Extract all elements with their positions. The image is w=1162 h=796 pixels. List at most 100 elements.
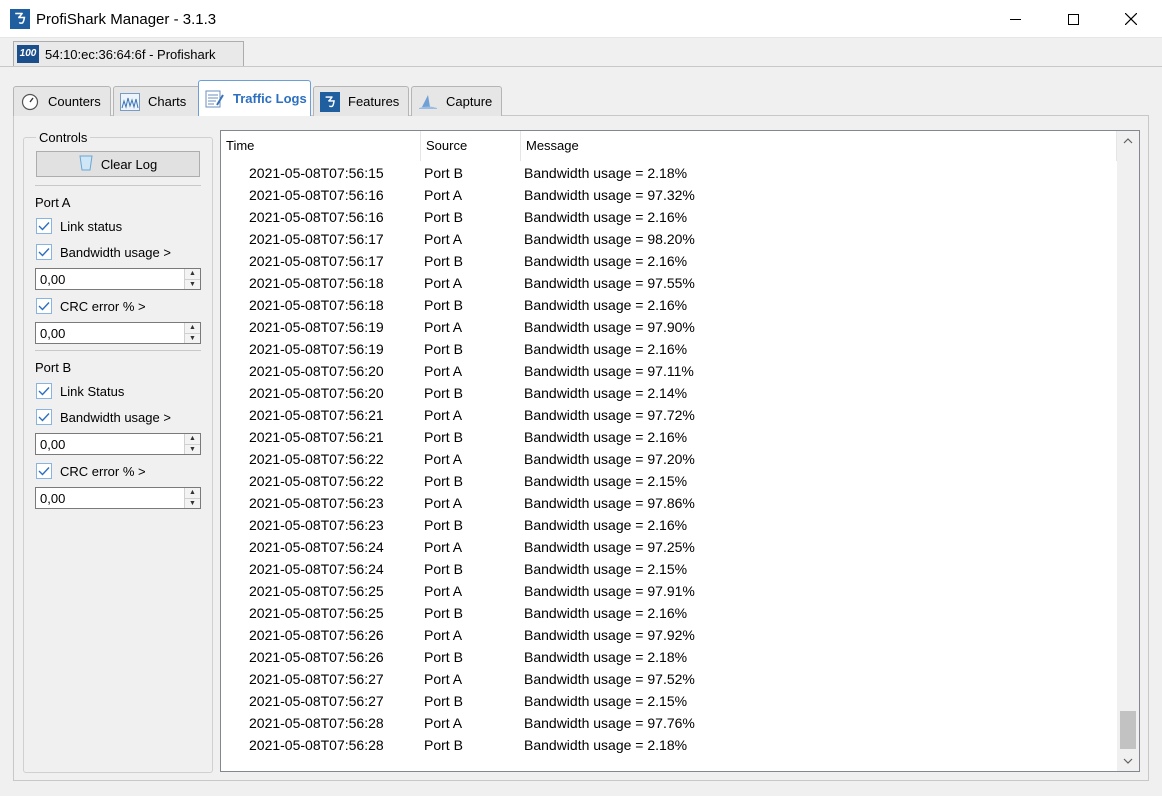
cell-source: Port A (424, 715, 463, 731)
port-b-link-status-checkbox[interactable]: Link Status (36, 383, 124, 399)
table-row[interactable]: 2021-05-08T07:56:20 Port A Bandwidth usage… (221, 360, 1117, 382)
table-row[interactable]: 2021-05-08T07:56:17 Port B Bandwidth usage… (221, 250, 1117, 272)
scrollbar-thumb[interactable] (1120, 711, 1136, 749)
cell-source: Port B (424, 605, 463, 621)
table-row[interactable]: 2021-05-08T07:56:28 Port A Bandwidth usage… (221, 712, 1117, 734)
cell-source: Port B (424, 561, 463, 577)
tab-capture[interactable]: Capture (411, 86, 502, 116)
spin-up-icon[interactable]: ▲ (185, 434, 200, 445)
cell-time: 2021-05-08T07:56:19 (249, 319, 384, 335)
port-b-bandwidth-checkbox[interactable]: Bandwidth usage > (36, 409, 171, 425)
port-b-crc-checkbox[interactable]: CRC error % > (36, 463, 146, 479)
port-a-link-status-checkbox[interactable]: Link status (36, 218, 122, 234)
column-header-message[interactable]: Message (521, 131, 1117, 161)
gauge-icon (20, 92, 40, 112)
cell-source: Port B (424, 473, 463, 489)
table-row[interactable]: 2021-05-08T07:56:18 Port A Bandwidth usage… (221, 272, 1117, 294)
maximize-button[interactable] (1044, 0, 1102, 38)
table-row[interactable]: 2021-05-08T07:56:25 Port B Bandwidth usage… (221, 602, 1117, 624)
tab-traffic-logs[interactable]: Traffic Logs (198, 80, 311, 116)
port-a-crc-spinbox[interactable]: ▲▼ (35, 322, 201, 344)
spin-arrows[interactable]: ▲ ▼ (184, 323, 200, 343)
vertical-scrollbar[interactable] (1117, 131, 1139, 771)
spin-arrows[interactable]: ▲ ▼ (184, 488, 200, 508)
scroll-down-icon[interactable] (1117, 751, 1139, 771)
spin-arrows[interactable]: ▲ ▼ (184, 269, 200, 289)
cell-source: Port B (424, 341, 463, 357)
tab-features[interactable]: ㄋ Features (313, 86, 409, 116)
cell-time: 2021-05-08T07:56:16 (249, 209, 384, 225)
table-row[interactable]: 2021-05-08T07:56:19 Port A Bandwidth usage… (221, 316, 1117, 338)
table-row[interactable]: 2021-05-08T07:56:23 Port A Bandwidth usage… (221, 492, 1117, 514)
spin-up-icon[interactable]: ▲ (185, 488, 200, 499)
cell-source: Port B (424, 165, 463, 181)
port-b-bandwidth-input[interactable] (38, 435, 183, 453)
table-row[interactable]: 2021-05-08T07:56:21 Port B Bandwidth usage… (221, 426, 1117, 448)
table-row[interactable]: 2021-05-08T07:56:15 Port B Bandwidth usage… (221, 162, 1117, 184)
port-b-bandwidth-spinbox[interactable]: ▲▼ (35, 433, 201, 455)
spin-arrows[interactable]: ▲ ▼ (184, 434, 200, 454)
table-row[interactable]: 2021-05-08T07:56:18 Port B Bandwidth usage… (221, 294, 1117, 316)
cell-time: 2021-05-08T07:56:18 (249, 275, 384, 291)
traffic-log-table[interactable]: Time Source Message 2021-05-08T07:56:15 P… (220, 130, 1140, 772)
table-row[interactable]: 2021-05-08T07:56:26 Port B Bandwidth usage… (221, 646, 1117, 668)
cell-message: Bandwidth usage = 2.15% (524, 473, 688, 489)
cell-time: 2021-05-08T07:56:26 (249, 627, 384, 643)
table-row[interactable]: 2021-05-08T07:56:28 Port B Bandwidth usage… (221, 734, 1117, 756)
port-a-bandwidth-spinbox[interactable]: ▲▼ (35, 268, 201, 290)
close-button[interactable] (1102, 0, 1160, 38)
controls-legend: Controls (36, 130, 91, 145)
cell-time: 2021-05-08T07:56:24 (249, 539, 384, 555)
spin-up-icon[interactable]: ▲ (185, 323, 200, 334)
minimize-button[interactable] (986, 0, 1044, 38)
cell-time: 2021-05-08T07:56:25 (249, 583, 384, 599)
port-a-crc-checkbox[interactable]: CRC error % > (36, 298, 146, 314)
table-row[interactable]: 2021-05-08T07:56:22 Port B Bandwidth usage… (221, 470, 1117, 492)
cell-message: Bandwidth usage = 2.15% (524, 693, 688, 709)
cell-source: Port B (424, 253, 463, 269)
tab-counters[interactable]: Counters (13, 86, 111, 116)
shark-fin-icon (418, 92, 438, 112)
port-a-crc-input[interactable] (38, 324, 183, 342)
spin-down-icon[interactable]: ▼ (185, 498, 200, 508)
spin-up-icon[interactable]: ▲ (185, 269, 200, 280)
spin-down-icon[interactable]: ▼ (185, 444, 200, 454)
cell-source: Port A (424, 319, 463, 335)
table-row[interactable]: 2021-05-08T07:56:27 Port A Bandwidth usage… (221, 668, 1117, 690)
cell-message: Bandwidth usage = 2.16% (524, 297, 688, 313)
spin-down-icon[interactable]: ▼ (185, 333, 200, 343)
port-b-crc-spinbox[interactable]: ▲▼ (35, 487, 201, 509)
table-row[interactable]: 2021-05-08T07:56:25 Port A Bandwidth usage… (221, 580, 1117, 602)
column-header-time[interactable]: Time (221, 131, 421, 161)
spin-down-icon[interactable]: ▼ (185, 279, 200, 289)
table-row[interactable]: 2021-05-08T07:56:27 Port B Bandwidth usage… (221, 690, 1117, 712)
column-header-source[interactable]: Source (421, 131, 521, 161)
port-a-bandwidth-checkbox[interactable]: Bandwidth usage > (36, 244, 171, 260)
table-row[interactable]: 2021-05-08T07:56:16 Port B Bandwidth usage… (221, 206, 1117, 228)
table-row[interactable]: 2021-05-08T07:56:23 Port B Bandwidth usage… (221, 514, 1117, 536)
cell-time: 2021-05-08T07:56:15 (249, 165, 384, 181)
cell-time: 2021-05-08T07:56:26 (249, 649, 384, 665)
table-row[interactable]: 2021-05-08T07:56:20 Port B Bandwidth usage… (221, 382, 1117, 404)
port-b-crc-input[interactable] (38, 489, 183, 507)
table-row[interactable]: 2021-05-08T07:56:17 Port A Bandwidth usage… (221, 228, 1117, 250)
clear-log-button[interactable]: Clear Log (36, 151, 200, 177)
table-row[interactable]: 2021-05-08T07:56:19 Port B Bandwidth usage… (221, 338, 1117, 360)
device-tab[interactable]: 100 54:10:ec:36:64:6f - Profishark (13, 41, 244, 66)
clear-log-label: Clear Log (100, 156, 158, 172)
table-row[interactable]: 2021-05-08T07:56:21 Port A Bandwidth usage… (221, 404, 1117, 426)
table-row[interactable]: 2021-05-08T07:56:22 Port A Bandwidth usage… (221, 448, 1117, 470)
table-row[interactable]: 2021-05-08T07:56:24 Port A Bandwidth usage… (221, 536, 1117, 558)
cell-source: Port A (424, 627, 463, 643)
table-row[interactable]: 2021-05-08T07:56:16 Port A Bandwidth usage… (221, 184, 1117, 206)
cell-message: Bandwidth usage = 98.20% (524, 231, 695, 247)
table-row[interactable]: 2021-05-08T07:56:24 Port B Bandwidth usage… (221, 558, 1117, 580)
cell-source: Port A (424, 231, 463, 247)
cell-time: 2021-05-08T07:56:21 (249, 429, 384, 445)
tab-charts[interactable]: Charts (113, 86, 209, 116)
table-row[interactable]: 2021-05-08T07:56:26 Port A Bandwidth usage… (221, 624, 1117, 646)
scroll-up-icon[interactable] (1117, 131, 1139, 151)
cell-message: Bandwidth usage = 2.18% (524, 649, 688, 665)
port-a-bandwidth-input[interactable] (38, 270, 183, 288)
cell-time: 2021-05-08T07:56:22 (249, 473, 384, 489)
